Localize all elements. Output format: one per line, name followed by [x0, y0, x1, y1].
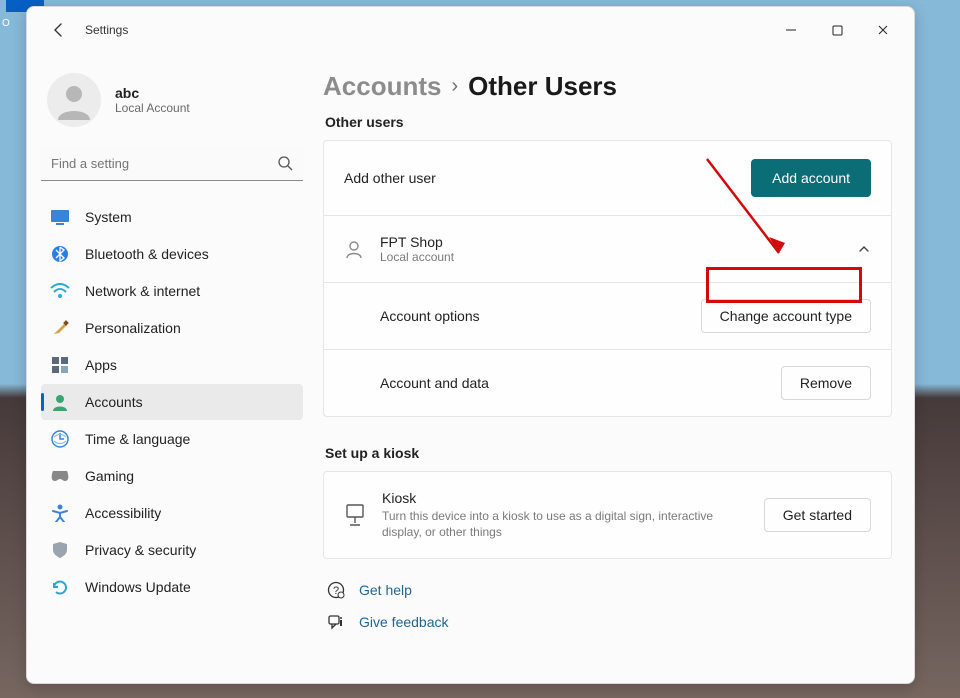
- kiosk-description: Turn this device into a kiosk to use as …: [382, 508, 742, 540]
- nav-accessibility[interactable]: Accessibility: [41, 495, 303, 531]
- wifi-icon: [49, 280, 71, 302]
- nav-label: Personalization: [85, 320, 181, 336]
- close-icon: [877, 24, 889, 36]
- nav-time[interactable]: Time & language: [41, 421, 303, 457]
- nav-label: Apps: [85, 357, 117, 373]
- gamepad-icon: [49, 465, 71, 487]
- nav-label: Time & language: [85, 431, 190, 447]
- section-other-users-label: Other users: [325, 114, 892, 130]
- search-wrap: [41, 147, 303, 181]
- nav-update[interactable]: Windows Update: [41, 569, 303, 605]
- settings-window: Settings abc: [26, 6, 915, 684]
- nav-label: Gaming: [85, 468, 134, 484]
- display-icon: [49, 206, 71, 228]
- add-user-label: Add other user: [344, 170, 436, 186]
- bluetooth-icon: [49, 243, 71, 265]
- breadcrumb: Accounts › Other Users: [323, 71, 892, 102]
- avatar: [47, 73, 101, 127]
- minimize-icon: [785, 24, 797, 36]
- arrow-left-icon: [51, 22, 67, 38]
- user-row[interactable]: FPT Shop Local account: [324, 216, 891, 283]
- nav-label: Windows Update: [85, 579, 191, 595]
- get-help-link[interactable]: ? Get help: [327, 581, 892, 599]
- person-icon: [49, 391, 71, 413]
- main-content: Accounts › Other Users Other users Add o…: [317, 53, 914, 683]
- nav-label: Bluetooth & devices: [85, 246, 209, 262]
- give-feedback-link[interactable]: Give feedback: [327, 613, 892, 631]
- nav-apps[interactable]: Apps: [41, 347, 303, 383]
- kiosk-icon: [344, 503, 366, 527]
- person-icon: [54, 80, 94, 120]
- breadcrumb-parent[interactable]: Accounts: [323, 71, 441, 102]
- nav-list: System Bluetooth & devices Network & int…: [41, 199, 303, 605]
- nav-label: Accessibility: [85, 505, 161, 521]
- search-icon: [277, 155, 293, 171]
- kiosk-card: Kiosk Turn this device into a kiosk to u…: [323, 471, 892, 559]
- profile-block[interactable]: abc Local Account: [41, 63, 303, 141]
- user-type: Local account: [380, 250, 454, 264]
- apps-icon: [49, 354, 71, 376]
- nav-privacy[interactable]: Privacy & security: [41, 532, 303, 568]
- link-label: Get help: [359, 582, 412, 598]
- maximize-button[interactable]: [814, 14, 860, 46]
- help-links: ? Get help Give feedback: [323, 581, 892, 631]
- back-button[interactable]: [45, 16, 73, 44]
- feedback-icon: [327, 613, 345, 631]
- desktop-background: O: [0, 0, 26, 698]
- maximize-icon: [832, 25, 843, 36]
- paintbrush-icon: [49, 317, 71, 339]
- profile-name: abc: [115, 85, 190, 101]
- section-kiosk-label: Set up a kiosk: [325, 445, 892, 461]
- nav-label: Network & internet: [85, 283, 200, 299]
- account-options-label: Account options: [380, 308, 480, 324]
- account-options-row: Account options Change account type: [324, 283, 891, 350]
- shield-icon: [49, 539, 71, 561]
- window-controls: [768, 14, 906, 46]
- change-account-type-button[interactable]: Change account type: [701, 299, 871, 333]
- profile-subtitle: Local Account: [115, 101, 190, 115]
- chevron-up-icon: [857, 242, 871, 256]
- user-name: FPT Shop: [380, 234, 454, 250]
- get-started-button[interactable]: Get started: [764, 498, 871, 532]
- add-user-row: Add other user Add account: [324, 141, 891, 216]
- desktop-label: O: [2, 18, 10, 29]
- other-users-card: Add other user Add account FPT Shop Loca…: [323, 140, 892, 417]
- nav-bluetooth[interactable]: Bluetooth & devices: [41, 236, 303, 272]
- remove-button[interactable]: Remove: [781, 366, 871, 400]
- search-input[interactable]: [41, 147, 303, 181]
- nav-label: Accounts: [85, 394, 143, 410]
- minimize-button[interactable]: [768, 14, 814, 46]
- nav-gaming[interactable]: Gaming: [41, 458, 303, 494]
- help-icon: ?: [327, 581, 345, 599]
- page-title: Other Users: [468, 71, 617, 102]
- person-outline-icon: [344, 239, 364, 259]
- nav-personalization[interactable]: Personalization: [41, 310, 303, 346]
- close-button[interactable]: [860, 14, 906, 46]
- titlebar: Settings: [27, 7, 914, 53]
- clock-globe-icon: [49, 428, 71, 450]
- account-data-row: Account and data Remove: [324, 350, 891, 416]
- add-account-button[interactable]: Add account: [751, 159, 871, 197]
- nav-label: Privacy & security: [85, 542, 196, 558]
- accessibility-icon: [49, 502, 71, 524]
- link-label: Give feedback: [359, 614, 449, 630]
- nav-label: System: [85, 209, 132, 225]
- window-title: Settings: [85, 23, 128, 37]
- chevron-right-icon: ›: [451, 75, 458, 98]
- sidebar: abc Local Account System Bluetooth & dev…: [27, 53, 317, 683]
- nav-accounts[interactable]: Accounts: [41, 384, 303, 420]
- nav-system[interactable]: System: [41, 199, 303, 235]
- account-data-label: Account and data: [380, 375, 489, 391]
- nav-network[interactable]: Network & internet: [41, 273, 303, 309]
- kiosk-title: Kiosk: [382, 490, 742, 506]
- update-icon: [49, 576, 71, 598]
- kiosk-row: Kiosk Turn this device into a kiosk to u…: [324, 472, 891, 558]
